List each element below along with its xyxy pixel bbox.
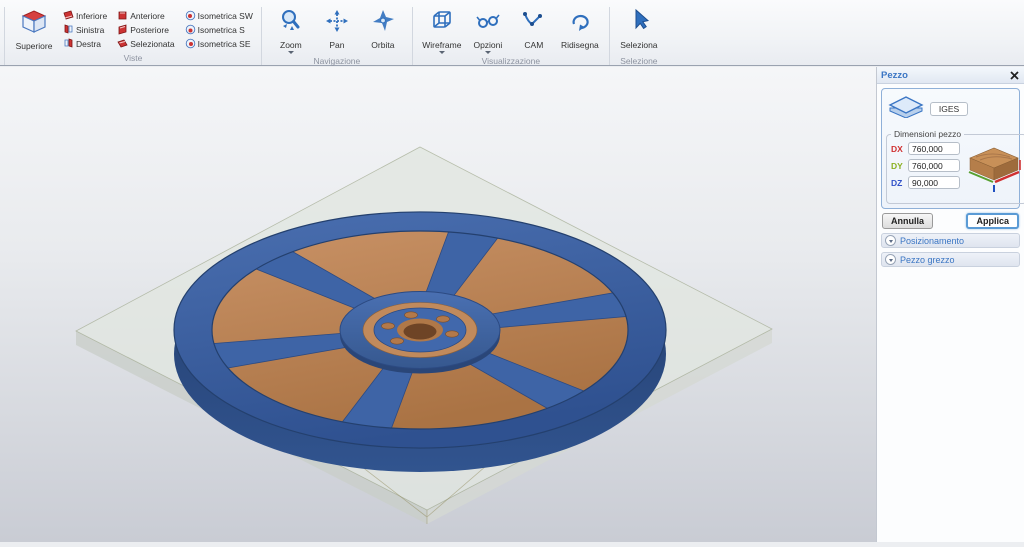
pezzo-panel-header: Pezzo [877,67,1024,84]
view-anteriore-button[interactable]: Anteriore [115,9,176,22]
section-posizionamento[interactable]: Posizionamento [881,233,1020,248]
wheel-hub [340,292,500,374]
opzioni-label: Opzioni [473,40,502,50]
redraw-arrow-icon [567,8,593,39]
magnifier-icon [278,8,304,39]
cursor-arrow-icon [626,8,652,39]
view-inferiore-button[interactable]: Inferiore [61,9,109,22]
isometric-view-icon [185,10,196,21]
isometric-view-icon [185,24,196,35]
orbita-button[interactable]: Orbita [360,7,406,55]
seleziona-label: Seleziona [620,40,657,50]
pan-label: Pan [329,40,344,50]
red-plane-view-icon [117,10,128,21]
view-label: Anteriore [130,11,165,21]
orbit-star-icon [370,8,396,39]
model-format-field[interactable]: IGES [930,102,968,116]
view-label: Isometrica S [198,25,245,35]
pezzo-settings-box: IGES Dimensioni pezzo DX DY DZ [881,88,1020,209]
zoom-button[interactable]: Zoom [268,7,314,55]
panel-title: Pezzo [881,70,1009,81]
opzioni-button[interactable]: Opzioni [465,7,511,55]
four-way-arrows-icon [324,8,350,39]
isometric-view-icon [185,38,196,49]
view-label: Selezionata [130,39,174,49]
view-label: Destra [76,39,101,49]
3d-scene [0,67,876,542]
3d-viewport[interactable] [0,67,876,542]
chevron-down-icon [885,235,896,246]
opzioni-dropdown-icon[interactable] [485,51,491,54]
ribbon-group-visualizzazione: Wireframe Opzioni [412,7,609,65]
zoom-label: Zoom [280,40,302,50]
view-selezionata-button[interactable]: Selezionata [115,37,176,50]
wood-block-thumbnail [964,142,1022,199]
orbita-label: Orbita [371,40,394,50]
dy-label: DY [891,161,905,171]
section-pezzo-grezzo[interactable]: Pezzo grezzo [881,252,1020,267]
eyeglasses-icon [475,8,501,39]
cam-label: CAM [524,40,543,50]
superiore-label: Superiore [16,41,53,51]
cam-button[interactable]: CAM [511,7,557,55]
dimensioni-legend: Dimensioni pezzo [891,129,964,139]
dimensioni-pezzo-group: Dimensioni pezzo DX DY DZ [886,129,1024,204]
annulla-button[interactable]: Annulla [882,213,933,229]
view-isometrica-se-button[interactable]: Isometrica SE [183,37,255,50]
view-sinistra-button[interactable]: Sinistra [61,23,109,36]
cube-3d-top-icon [19,8,49,40]
view-label: Isometrica SE [198,39,251,49]
view-isometrica-sw-button[interactable]: Isometrica SW [183,9,255,22]
view-destra-button[interactable]: Destra [61,37,109,50]
zoom-dropdown-icon[interactable] [288,51,294,54]
dx-label: DX [891,144,905,154]
wireframe-button[interactable]: Wireframe [419,7,465,55]
ribbon-group-selezione: Seleziona Selezione [609,7,668,65]
view-posteriore-button[interactable]: Posteriore [115,23,176,36]
ridisegna-button[interactable]: Ridisegna [557,7,603,55]
ribbon-toolbar: Superiore Inferiore Anteriore Isometrica… [0,0,1024,66]
group-label-viste: Viste [11,52,255,65]
applica-button[interactable]: Applica [966,213,1019,229]
wireframe-dropdown-icon[interactable] [439,51,445,54]
red-plane-view-icon [63,10,74,21]
close-icon[interactable] [1009,70,1020,81]
dy-input[interactable] [908,159,960,172]
view-label: Isometrica SW [198,11,253,21]
ribbon-group-viste: Superiore Inferiore Anteriore Isometrica… [5,7,261,65]
section-label: Posizionamento [900,236,964,246]
chevron-down-icon [885,254,896,265]
view-label: Posteriore [130,25,169,35]
section-label: Pezzo grezzo [900,255,955,265]
dz-label: DZ [891,178,905,188]
view-label: Sinistra [76,25,104,35]
seleziona-button[interactable]: Seleziona [616,7,662,55]
wire-cube-icon [429,8,455,39]
view-label: Inferiore [76,11,107,21]
red-plane-view-icon [117,38,128,49]
stock-plate-icon [888,95,924,123]
toolpath-icon [521,8,547,39]
ribbon-group-navigazione: Zoom Pan [261,7,412,65]
red-plane-view-icon [117,24,128,35]
view-isometrica-s-button[interactable]: Isometrica S [183,23,255,36]
pezzo-panel: Pezzo IGES Dimensioni pezzo DX [876,67,1024,542]
dz-input[interactable] [908,176,960,189]
wireframe-label: Wireframe [422,40,461,50]
superiore-view-button[interactable]: Superiore [11,7,57,52]
dx-input[interactable] [908,142,960,155]
pan-button[interactable]: Pan [314,7,360,55]
red-plane-view-icon [63,24,74,35]
red-plane-view-icon [63,38,74,49]
ridisegna-label: Ridisegna [561,40,599,50]
